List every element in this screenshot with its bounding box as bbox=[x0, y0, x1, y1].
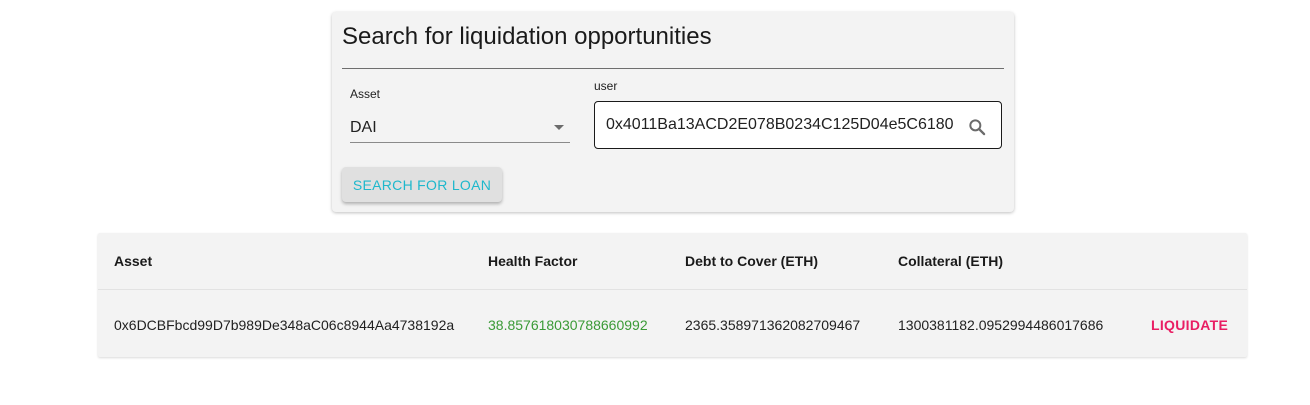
column-header-debt-to-cover: Debt to Cover (ETH) bbox=[685, 253, 818, 269]
title-divider bbox=[342, 68, 1004, 69]
asset-select-value: DAI bbox=[350, 119, 377, 136]
cell-health-factor: 38.857618030788660992 bbox=[488, 317, 648, 333]
asset-label: Asset bbox=[350, 87, 381, 101]
user-field[interactable] bbox=[594, 101, 1002, 149]
cell-collateral: 1300381182.0952994486017686 bbox=[898, 317, 1104, 333]
results-table: Asset Health Factor Debt to Cover (ETH) … bbox=[98, 233, 1247, 357]
column-header-asset: Asset bbox=[114, 253, 153, 269]
header-divider bbox=[98, 289, 1247, 290]
search-panel: Search for liquidation opportunities Ass… bbox=[332, 12, 1014, 212]
column-header-health-factor: Health Factor bbox=[488, 253, 578, 269]
liquidate-button[interactable]: LIQUIDATE bbox=[1151, 317, 1228, 333]
search-for-loan-button[interactable]: SEARCH FOR LOAN bbox=[342, 167, 502, 202]
user-input[interactable] bbox=[606, 102, 954, 148]
user-label: user bbox=[594, 79, 618, 93]
panel-title: Search for liquidation opportunities bbox=[342, 23, 712, 50]
chevron-down-icon bbox=[554, 125, 564, 130]
cell-asset-address: 0x6DCBFbcd99D7b989De348aC06c8944Aa473819… bbox=[114, 317, 455, 333]
column-header-collateral: Collateral (ETH) bbox=[898, 253, 1004, 269]
search-icon[interactable] bbox=[967, 117, 987, 137]
cell-debt-to-cover: 2365.358971362082709467 bbox=[685, 317, 861, 333]
asset-select[interactable]: DAI bbox=[350, 112, 570, 143]
